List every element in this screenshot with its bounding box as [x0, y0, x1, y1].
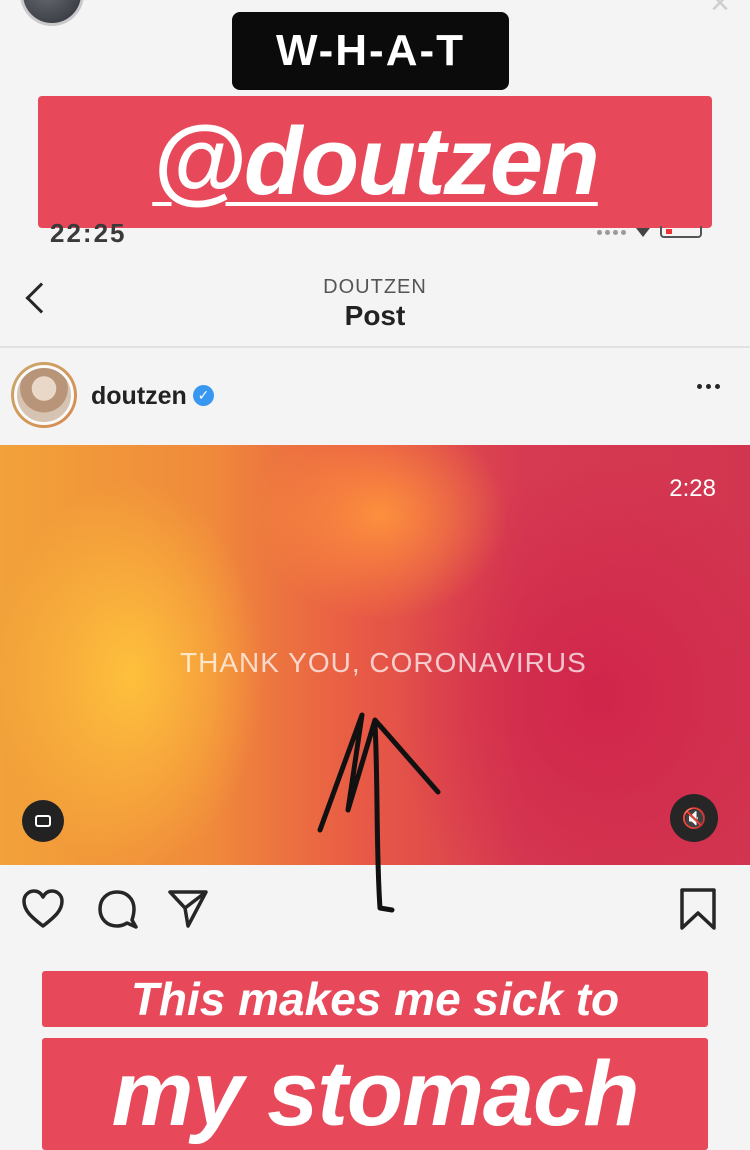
story-author-avatar[interactable]	[20, 0, 84, 26]
caption-sticker-line2: my stomach	[42, 1038, 708, 1150]
mention-text: @doutzen	[152, 108, 600, 215]
caption-sticker-line1: This makes me sick to	[42, 971, 708, 1027]
status-icons	[597, 226, 702, 238]
mention-sticker[interactable]: @doutzen	[38, 96, 712, 228]
comment-icon[interactable]	[96, 888, 140, 930]
video-timer: 2:28	[669, 475, 716, 502]
post-username[interactable]: doutzen	[91, 382, 187, 411]
story-close-icon[interactable]: ×	[710, 0, 730, 20]
sticker-what: W-H-A-T	[232, 12, 509, 90]
video-text: THANK YOU, CORONAVIRUS	[180, 647, 587, 678]
wifi-icon	[636, 227, 650, 237]
hand-drawn-arrow	[317, 712, 441, 913]
page-title: Post	[344, 300, 406, 331]
status-time: 22:25	[50, 218, 127, 248]
heart-icon[interactable]	[20, 888, 66, 930]
battery-icon	[660, 226, 702, 238]
bookmark-icon[interactable]	[678, 886, 718, 932]
more-icon[interactable]	[697, 384, 720, 389]
verified-icon: ✓	[193, 385, 214, 406]
share-icon[interactable]	[166, 886, 210, 930]
igtv-icon[interactable]	[22, 800, 64, 842]
avatar-image	[14, 365, 74, 425]
post-avatar[interactable]	[11, 362, 77, 428]
header-username: DOUTZEN	[323, 276, 427, 298]
mute-icon[interactable]: 🔇	[670, 794, 718, 842]
header-divider	[0, 346, 750, 348]
signal-icon	[597, 229, 626, 235]
